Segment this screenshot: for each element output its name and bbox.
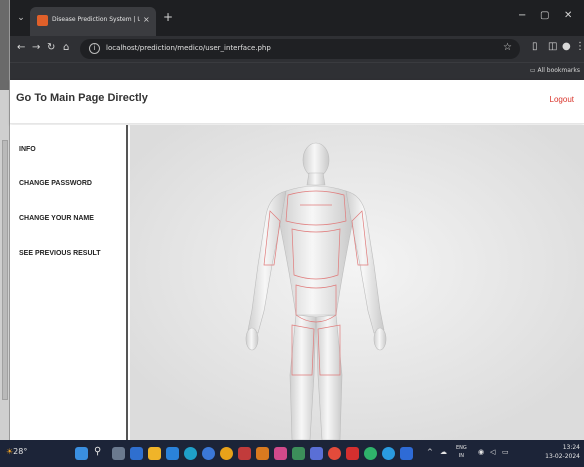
page: Go To Main Page Directly Logout INFO CHA…: [10, 80, 584, 440]
adjacent-window-header: [0, 0, 9, 90]
sidebar-item-change-password[interactable]: CHANGE PASSWORD: [19, 180, 92, 187]
sidebar: INFO CHANGE PASSWORD CHANGE YOUR NAME SE…: [10, 125, 128, 440]
all-bookmarks-label: All bookmarks: [537, 67, 580, 74]
new-tab-button[interactable]: +: [163, 10, 173, 24]
edge-icon[interactable]: [184, 447, 197, 460]
app-icon-orange[interactable]: [256, 447, 269, 460]
all-bookmarks-button[interactable]: ▭ All bookmarks: [530, 67, 580, 74]
human-body-model[interactable]: [130, 125, 584, 440]
tab-active[interactable]: Disease Prediction System | Use ×: [30, 7, 156, 36]
sidepanel-icon[interactable]: ◫: [548, 41, 557, 53]
region-code: IN: [458, 453, 464, 459]
screen: { "browser": { "tab_title": "Disease Pre…: [0, 0, 584, 467]
app-icon-word[interactable]: [400, 447, 413, 460]
address-bar[interactable]: i localhost/prediction/medico/user_inter…: [80, 39, 520, 59]
language-indicator[interactable]: ENG IN: [456, 444, 467, 460]
sidebar-item-change-name[interactable]: CHANGE YOUR NAME: [19, 215, 94, 222]
home-icon[interactable]: ⌂: [63, 42, 69, 54]
bookmarks-bar: ▭ All bookmarks: [10, 62, 584, 80]
tray-chevron-icon[interactable]: ^: [427, 448, 433, 456]
chrome-icon[interactable]: [220, 447, 233, 460]
adjacent-window-scrollbar[interactable]: [2, 140, 8, 400]
adjacent-window-edge: [0, 0, 10, 440]
menu-kebab-icon[interactable]: ⋮: [575, 41, 584, 53]
volume-icon[interactable]: ◁: [490, 448, 495, 456]
extension-icon[interactable]: ▯: [532, 41, 538, 53]
forward-icon[interactable]: →: [32, 42, 40, 54]
tab-close-icon[interactable]: ×: [143, 15, 150, 24]
sidebar-item-previous-result[interactable]: SEE PREVIOUS RESULT: [19, 250, 101, 257]
tab-strip: ⌄ Disease Prediction System | Use × + − …: [10, 0, 584, 36]
logout-link[interactable]: Logout: [550, 95, 574, 104]
bookmark-star-icon[interactable]: ☆: [503, 42, 512, 53]
app-icon-cyan[interactable]: [382, 447, 395, 460]
taskbar: ☀28° ⚲ ^ ☁ ENG IN ◉ ◁ ▭ 13:24 13-02-2024: [0, 440, 584, 467]
start-icon[interactable]: [75, 447, 88, 460]
file-explorer-icon[interactable]: [148, 447, 161, 460]
search-icon[interactable]: ⚲: [94, 446, 101, 457]
profile-icon[interactable]: ●: [562, 41, 571, 53]
app-icon-colorful[interactable]: [328, 447, 341, 460]
head-region: [302, 142, 330, 178]
url-text[interactable]: localhost/prediction/medico/user_interfa…: [106, 44, 271, 52]
app-icon-blue[interactable]: [202, 447, 215, 460]
tab-title: Disease Prediction System | Use: [52, 16, 140, 23]
page-header: Go To Main Page Directly Logout: [10, 80, 584, 124]
left-hand-region: [245, 327, 259, 351]
site-info-icon[interactable]: i: [89, 43, 100, 54]
tray-cloud-icon[interactable]: ☁: [440, 448, 447, 456]
tab-search-icon[interactable]: ⌄: [14, 11, 28, 25]
right-hand-region: [373, 327, 387, 351]
app-icon-pink[interactable]: [274, 447, 287, 460]
body-model-area: [130, 125, 584, 440]
clock[interactable]: 13:24 13-02-2024: [540, 443, 580, 461]
favicon-icon: [37, 15, 48, 26]
app-icon-red[interactable]: [238, 447, 251, 460]
wifi-icon[interactable]: ◉: [478, 448, 484, 456]
browser-toolbar: ← → ↻ ⌂ i localhost/prediction/medico/us…: [10, 36, 584, 62]
clock-time: 13:24: [562, 444, 580, 451]
minimize-button[interactable]: −: [518, 10, 526, 21]
weather-widget[interactable]: ☀28°: [6, 447, 27, 456]
close-window-button[interactable]: ✕: [564, 10, 572, 21]
sidebar-item-info[interactable]: INFO: [19, 146, 36, 153]
maximize-button[interactable]: ▢: [540, 10, 549, 21]
app-icon-youtube[interactable]: [346, 447, 359, 460]
main-page-link[interactable]: Go To Main Page Directly: [16, 92, 148, 104]
store-icon[interactable]: [166, 447, 179, 460]
app-icon-whatsapp[interactable]: [364, 447, 377, 460]
task-view-icon[interactable]: [112, 447, 125, 460]
clock-date: 13-02-2024: [545, 453, 580, 460]
back-icon[interactable]: ←: [17, 42, 25, 54]
app-icon-indigo[interactable]: [310, 447, 323, 460]
battery-icon[interactable]: ▭: [502, 448, 509, 456]
app-icon-green[interactable]: [292, 447, 305, 460]
lang-code: ENG: [456, 445, 467, 451]
weather-temp: 28°: [13, 447, 28, 456]
reload-icon[interactable]: ↻: [47, 42, 55, 54]
browser-window: ⌄ Disease Prediction System | Use × + − …: [10, 0, 584, 440]
widgets-icon[interactable]: [130, 447, 143, 460]
